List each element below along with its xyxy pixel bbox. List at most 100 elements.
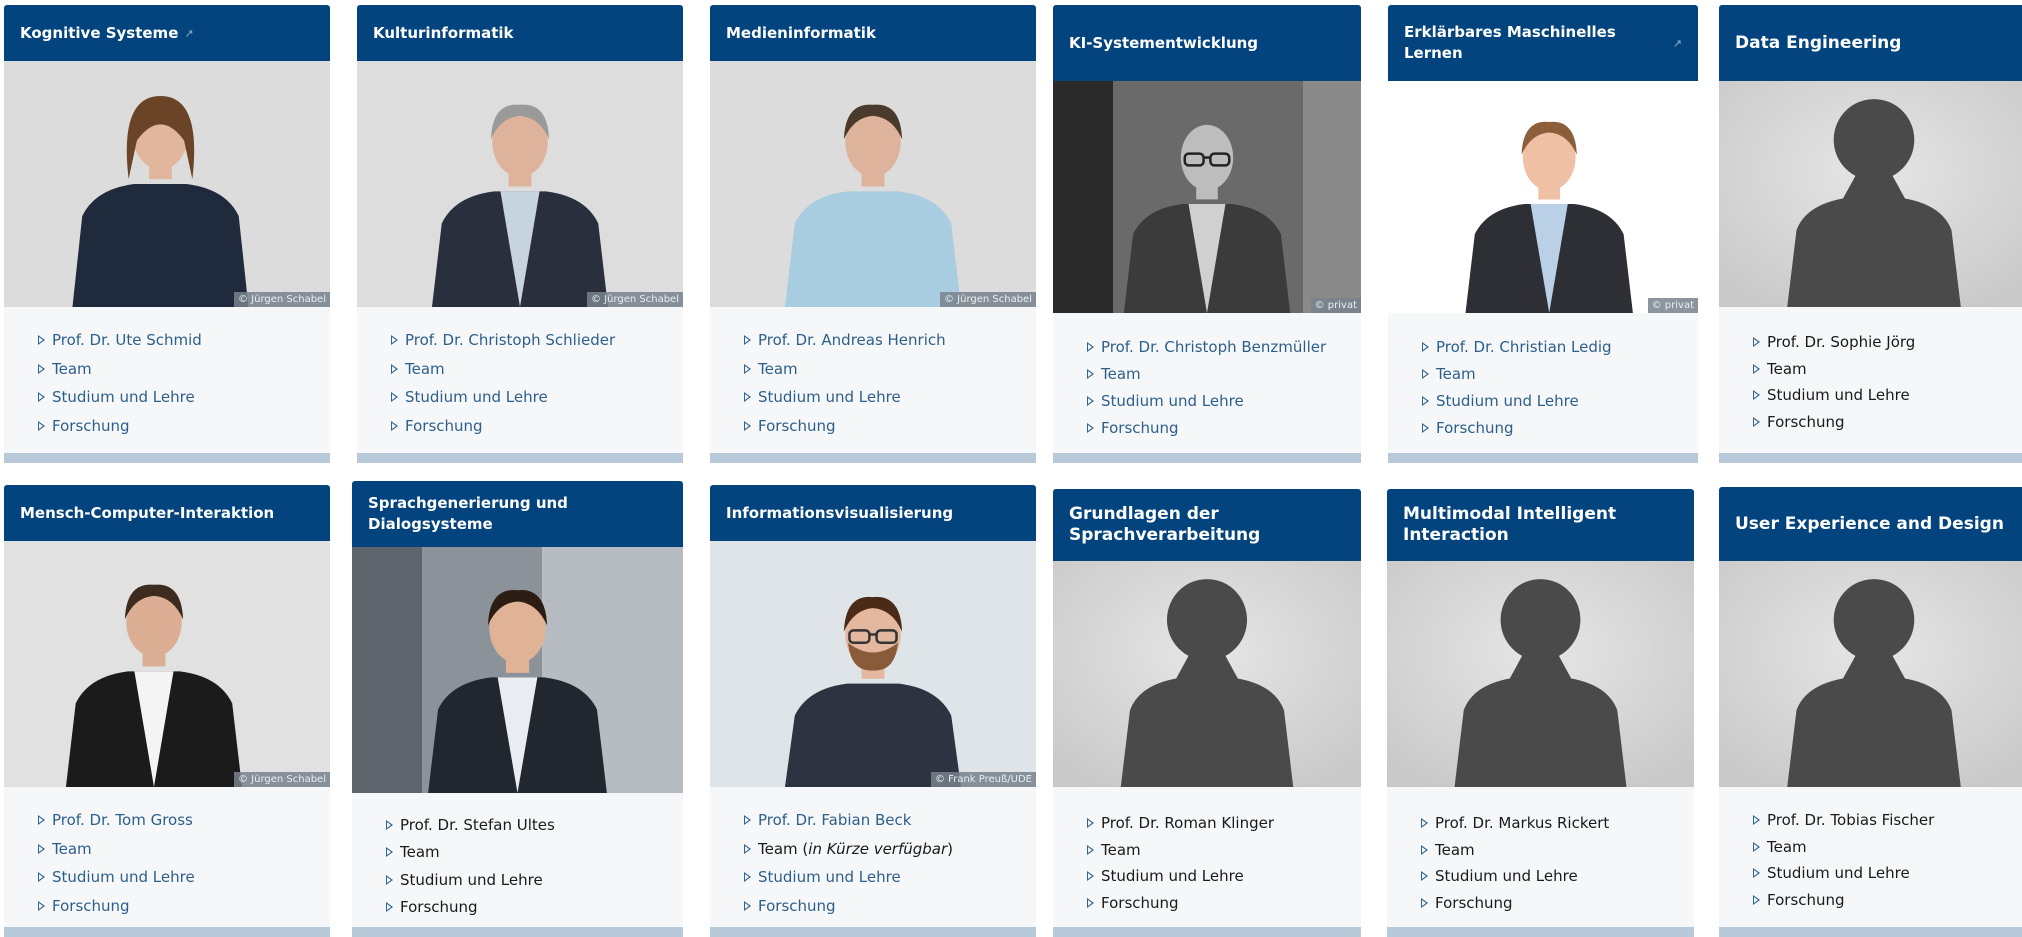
studium-lehre-link[interactable]: Studium und Lehre [1435, 867, 1578, 885]
triangle-bullet-icon [1421, 871, 1428, 882]
studium-lehre-link[interactable]: Studium und Lehre [400, 871, 543, 889]
forschung-link[interactable]: Forschung [758, 897, 836, 915]
photo-credit: © privat [1310, 298, 1361, 313]
card-title-link[interactable]: Medieninformatik [710, 5, 1036, 61]
card-title-link[interactable]: Kulturinformatik [357, 5, 683, 61]
card-link-item: Forschung [391, 412, 615, 441]
team-link[interactable]: Team [1101, 365, 1141, 383]
professor-link[interactable]: Prof. Dr. Markus Rickert [1435, 814, 1609, 832]
team-link[interactable]: Team [1435, 841, 1475, 859]
team-link[interactable]: Team [758, 360, 798, 378]
card-link-item: Prof. Dr. Ute Schmid [38, 326, 202, 355]
triangle-bullet-icon [38, 815, 45, 826]
forschung-link[interactable]: Forschung [1436, 419, 1514, 437]
professor-link[interactable]: Prof. Dr. Christian Ledig [1436, 338, 1612, 356]
forschung-link[interactable]: Forschung [1101, 419, 1179, 437]
card-bottom-bar [352, 927, 683, 937]
card-link-item: Prof. Dr. Fabian Beck [744, 806, 953, 835]
placeholder-silhouette-image [1053, 561, 1361, 787]
professor-link[interactable]: Prof. Dr. Andreas Henrich [758, 331, 946, 349]
card-title-link[interactable]: Grundlagen der Sprachverarbeitung [1053, 489, 1361, 561]
photo-credit: © Jürgen Schabel [939, 292, 1036, 307]
card-title-link[interactable]: Kognitive Systeme ↗ [4, 5, 330, 61]
card-title: Kulturinformatik [373, 23, 514, 42]
card-bottom-bar [1387, 927, 1694, 937]
professor-link[interactable]: Prof. Dr. Roman Klinger [1101, 814, 1274, 832]
card-bottom-bar [710, 453, 1036, 463]
professor-link[interactable]: Prof. Dr. Christoph Benzmüller [1101, 338, 1326, 356]
card-title: Erklärbares Maschinelles Lernen [1404, 23, 1616, 62]
card-title-link[interactable]: Mensch-Computer-Interaktion [4, 485, 330, 541]
professor-link[interactable]: Prof. Dr. Christoph Schlieder [405, 331, 615, 349]
forschung-link[interactable]: Forschung [52, 897, 130, 915]
professor-link[interactable]: Prof. Dr. Sophie Jörg [1767, 333, 1915, 351]
studium-lehre-link[interactable]: Studium und Lehre [52, 388, 195, 406]
chair-card-sprachgenerierung: Sprachgenerierung und Dialogsysteme Prof… [352, 481, 683, 937]
team-link[interactable]: Team [1101, 841, 1141, 859]
card-link-item: Team [1087, 360, 1326, 387]
studium-lehre-link[interactable]: Studium und Lehre [1101, 392, 1244, 410]
card-link-item: Studium und Lehre [1422, 387, 1612, 414]
studium-lehre-link[interactable]: Studium und Lehre [405, 388, 548, 406]
professor-photo: © privat [1053, 81, 1361, 313]
team-link[interactable]: Team [52, 840, 92, 858]
card-link-item: Forschung [1753, 887, 1934, 914]
forschung-link[interactable]: Forschung [758, 417, 836, 435]
card-title-link[interactable]: Data Engineering [1719, 5, 2022, 81]
studium-lehre-link[interactable]: Studium und Lehre [758, 388, 901, 406]
studium-lehre-link[interactable]: Studium und Lehre [1436, 392, 1579, 410]
team-link[interactable]: Team [1767, 838, 1807, 856]
professor-link[interactable]: Prof. Dr. Ute Schmid [52, 331, 202, 349]
studium-lehre-link[interactable]: Studium und Lehre [1767, 864, 1910, 882]
card-bottom-bar [1053, 927, 1361, 937]
team-link[interactable]: Team [1767, 360, 1807, 378]
card-title-link[interactable]: Sprachgenerierung und Dialogsysteme [352, 481, 683, 547]
card-link-item: Team [38, 835, 195, 864]
card-title: Sprachgenerierung und Dialogsysteme [368, 494, 568, 533]
triangle-bullet-icon [38, 872, 45, 883]
studium-lehre-link[interactable]: Studium und Lehre [1767, 386, 1910, 404]
card-title: Multimodal Intelligent Interaction [1403, 504, 1617, 545]
triangle-bullet-icon [744, 420, 751, 431]
card-link-item: Prof. Dr. Sophie Jörg [1753, 329, 1915, 356]
studium-lehre-link[interactable]: Studium und Lehre [758, 868, 901, 886]
professor-link[interactable]: Prof. Dr. Tom Gross [52, 811, 193, 829]
team-link[interactable]: Team [400, 843, 440, 861]
forschung-link[interactable]: Forschung [52, 417, 130, 435]
studium-lehre-link[interactable]: Studium und Lehre [1101, 867, 1244, 885]
card-title-link[interactable]: Multimodal Intelligent Interaction [1387, 489, 1694, 561]
professor-link[interactable]: Prof. Dr. Fabian Beck [758, 811, 911, 829]
professor-link[interactable]: Prof. Dr. Stefan Ultes [400, 816, 555, 834]
team-link[interactable]: Team [1436, 365, 1476, 383]
card-link-item: Studium und Lehre [391, 383, 615, 412]
forschung-link[interactable]: Forschung [1101, 894, 1179, 912]
forschung-link[interactable]: Forschung [400, 898, 478, 916]
forschung-link[interactable]: Forschung [1767, 413, 1845, 431]
forschung-link[interactable]: Forschung [1767, 891, 1845, 909]
studium-lehre-link[interactable]: Studium und Lehre [52, 868, 195, 886]
triangle-bullet-icon [38, 363, 45, 374]
forschung-link[interactable]: Forschung [405, 417, 483, 435]
team-link[interactable]: Team [52, 360, 92, 378]
card-title-link[interactable]: User Experience and Design [1719, 487, 2022, 561]
chair-card-ux-design: User Experience and Design Prof. Dr. Tob… [1719, 487, 2022, 937]
card-link-item: Team [38, 355, 202, 384]
chair-card-grundlagen-sprachverarbeitung: Grundlagen der Sprachverarbeitung Prof. … [1053, 489, 1361, 937]
triangle-bullet-icon [38, 900, 45, 911]
card-link-list: Prof. Dr. Ute Schmid Team Studium und Lehr… [4, 326, 202, 440]
triangle-bullet-icon [1087, 341, 1094, 352]
card-title-link[interactable]: Informationsvisualisierung [710, 485, 1036, 541]
triangle-bullet-icon [386, 819, 393, 830]
forschung-link[interactable]: Forschung [1435, 894, 1513, 912]
professor-link[interactable]: Prof. Dr. Tobias Fischer [1767, 811, 1934, 829]
card-bottom-bar [1053, 453, 1361, 463]
card-link-item: Forschung [744, 412, 946, 441]
card-bottom-bar [4, 927, 330, 937]
team-link[interactable]: Team [405, 360, 445, 378]
placeholder-silhouette-image [1387, 561, 1694, 787]
card-link-list: Prof. Dr. Andreas Henrich Team Studium und… [710, 326, 946, 440]
card-title-link[interactable]: Erklärbares Maschinelles Lernen ↗ [1388, 5, 1698, 81]
card-link-item: Prof. Dr. Christian Ledig [1422, 333, 1612, 360]
card-title-link[interactable]: KI-Systementwicklung [1053, 5, 1361, 81]
chair-card-informationsvisualisierung: Informationsvisualisierung © Frank Preuß… [710, 485, 1036, 937]
